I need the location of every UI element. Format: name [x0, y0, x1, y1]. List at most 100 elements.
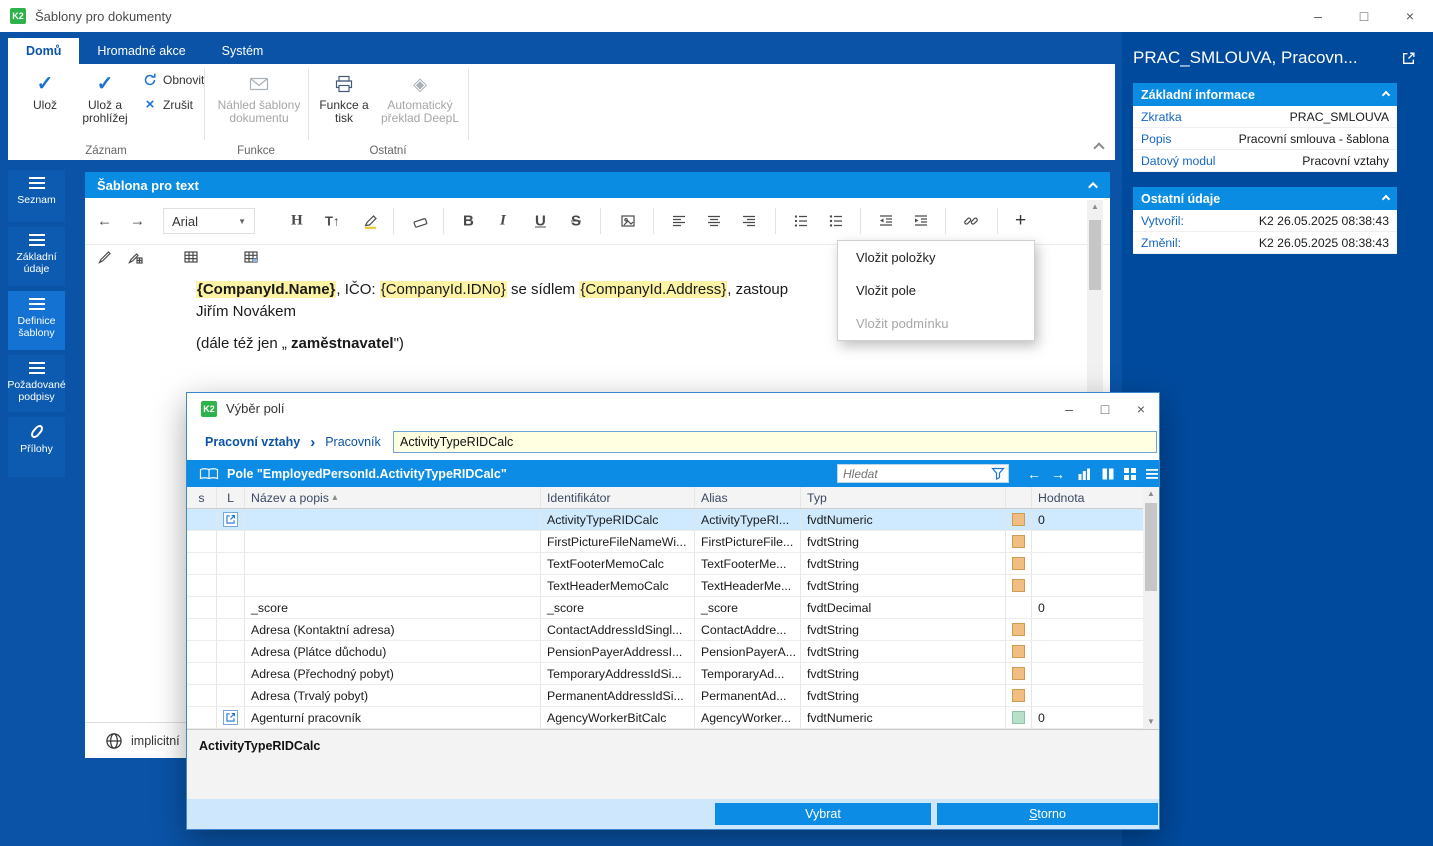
- breadcrumb-entity[interactable]: Pracovník: [325, 435, 381, 449]
- unordered-list-button[interactable]: [828, 213, 844, 229]
- scrollbar-thumb[interactable]: [1145, 503, 1157, 591]
- table-row[interactable]: Adresa (Kontaktní adresa) ContactAddress…: [187, 619, 1159, 641]
- align-left-button[interactable]: [671, 213, 687, 229]
- tab-system[interactable]: Systém: [204, 38, 282, 64]
- dialog-maximize-button[interactable]: □: [1087, 393, 1123, 424]
- font-select[interactable]: Arial ▼: [163, 208, 255, 234]
- cell-name: [245, 575, 541, 596]
- table-row[interactable]: Adresa (Plátce důchodu) PensionPayerAddr…: [187, 641, 1159, 663]
- maximize-button[interactable]: □: [1341, 0, 1387, 32]
- sidebar-item-pozadovane-podpisy[interactable]: Požadované podpisy: [8, 355, 65, 412]
- open-record-icon[interactable]: [223, 512, 238, 527]
- sidebar-item-seznam[interactable]: Seznam: [8, 170, 65, 222]
- open-record-icon[interactable]: [223, 710, 238, 725]
- ordered-list-button[interactable]: [793, 213, 809, 229]
- type-color-swatch: [1012, 513, 1025, 526]
- redo-button[interactable]: →: [130, 213, 145, 230]
- italic-button[interactable]: I: [500, 213, 506, 230]
- column-header-type[interactable]: Typ: [801, 487, 1006, 508]
- field-token-company-address[interactable]: {CompanyId.Address}: [579, 281, 727, 298]
- increase-indent-button[interactable]: [913, 213, 929, 229]
- table-insert-button[interactable]: [243, 249, 259, 265]
- refresh-button[interactable]: Obnovit: [142, 72, 204, 88]
- undo-button[interactable]: ←: [97, 213, 112, 230]
- menu-item-vlozit-polozky[interactable]: Vložit položky: [838, 241, 1034, 274]
- minimize-button[interactable]: –: [1295, 0, 1341, 32]
- image-button[interactable]: [620, 213, 636, 229]
- close-button[interactable]: ×: [1387, 0, 1433, 32]
- table-scrollbar[interactable]: ▲ ▼: [1143, 487, 1159, 729]
- menu-hamburger-icon[interactable]: [1141, 460, 1163, 487]
- highlighter-button[interactable]: [363, 213, 379, 229]
- table-row[interactable]: ActivityTypeRIDCalc ActivityTypeRI... fv…: [187, 509, 1159, 531]
- dialog-minimize-button[interactable]: –: [1051, 393, 1087, 424]
- ribbon-collapse-chevron-icon[interactable]: [1093, 142, 1104, 153]
- save-button[interactable]: ✓ Ulož: [18, 69, 72, 112]
- cancel-button[interactable]: × Zrušit: [142, 96, 193, 113]
- function-print-button[interactable]: Funkce a tisk: [316, 69, 372, 125]
- tab-domu[interactable]: Domů: [8, 38, 79, 64]
- table-row[interactable]: TextFooterMemoCalc TextFooterMe... fvdtS…: [187, 553, 1159, 575]
- scrollbar-thumb[interactable]: [1089, 220, 1101, 290]
- section-header-ostatni-udaje[interactable]: Ostatní údaje: [1133, 187, 1397, 210]
- table-row[interactable]: Agenturní pracovník AgencyWorkerBitCalc …: [187, 707, 1159, 729]
- column-header-name[interactable]: Název a popis ▴: [245, 487, 541, 508]
- cell-identifier: ActivityTypeRIDCalc: [541, 509, 695, 530]
- cell-name: Adresa (Kontaktní adresa): [245, 619, 541, 640]
- storno-button[interactable]: Storno: [937, 803, 1158, 825]
- tab-hromadne-akce[interactable]: Hromadné akce: [79, 38, 203, 64]
- insert-plus-button[interactable]: +: [1015, 210, 1026, 232]
- align-right-button[interactable]: [741, 213, 757, 229]
- panel-header: Šablona pro text: [85, 172, 1110, 198]
- heading-button[interactable]: H: [291, 213, 303, 230]
- chart-view-icon[interactable]: [1073, 460, 1095, 487]
- nav-previous-button[interactable]: ←: [1023, 460, 1045, 487]
- open-external-icon[interactable]: [1401, 51, 1416, 66]
- columns-view-icon[interactable]: [1097, 460, 1119, 487]
- sidebar-item-definice-sablony[interactable]: Definice šablony: [8, 291, 65, 350]
- link-button[interactable]: [963, 213, 979, 229]
- eraser-button[interactable]: [413, 213, 429, 229]
- column-header-value[interactable]: Hodnota: [1032, 487, 1145, 508]
- table-button[interactable]: [183, 249, 199, 265]
- collapse-chevron-icon[interactable]: [1088, 181, 1098, 191]
- decrease-indent-button[interactable]: [878, 213, 894, 229]
- column-header-alias[interactable]: Alias: [695, 487, 801, 508]
- edit-field-grid-button[interactable]: [127, 249, 143, 265]
- underline-button[interactable]: U: [535, 213, 546, 230]
- scroll-up-icon[interactable]: ▲: [1143, 487, 1159, 501]
- field-search-input[interactable]: [393, 431, 1157, 453]
- text-size-button[interactable]: T↑: [325, 214, 339, 229]
- column-header-identifier[interactable]: Identifikátor: [541, 487, 695, 508]
- column-header-l[interactable]: L: [217, 487, 245, 508]
- table-row[interactable]: _score _score _score fvdtDecimal 0: [187, 597, 1159, 619]
- nav-next-button[interactable]: →: [1047, 460, 1069, 487]
- section-header-zakladni-informace[interactable]: Základní informace: [1133, 83, 1397, 106]
- field-token-company-idno[interactable]: {CompanyId.IDNo}: [380, 281, 507, 298]
- table-row[interactable]: TextHeaderMemoCalc TextHeaderMe... fvdtS…: [187, 575, 1159, 597]
- column-header-color[interactable]: [1006, 487, 1032, 508]
- find-box[interactable]: [837, 464, 1009, 483]
- deepl-translate-button: ◈ Automatický překlad DeepL: [378, 69, 462, 125]
- breadcrumb-module[interactable]: Pracovní vztahy: [205, 435, 300, 449]
- sidebar-item-zakladni-udaje[interactable]: Základní údaje: [8, 227, 65, 286]
- sidebar-item-prilohy[interactable]: Přílohy: [8, 417, 65, 477]
- dialog-close-button[interactable]: ×: [1123, 393, 1159, 424]
- strikethrough-button[interactable]: S: [571, 213, 581, 230]
- select-button[interactable]: Vybrat: [715, 803, 931, 825]
- column-header-s[interactable]: s: [187, 487, 217, 508]
- bold-button[interactable]: B: [463, 213, 474, 230]
- table-row[interactable]: FirstPictureFileNameWi... FirstPictureFi…: [187, 531, 1159, 553]
- grid-view-icon[interactable]: [1119, 460, 1141, 487]
- align-center-button[interactable]: [706, 213, 722, 229]
- table-row[interactable]: Adresa (Přechodný pobyt) TemporaryAddres…: [187, 663, 1159, 685]
- field-token-company-name[interactable]: {CompanyId.Name}: [196, 281, 336, 298]
- scroll-down-icon[interactable]: ▼: [1143, 715, 1159, 729]
- save-and-view-button[interactable]: ✓ Ulož a prohlížej: [74, 69, 136, 125]
- menu-item-vlozit-pole[interactable]: Vložit pole: [838, 274, 1034, 307]
- filter-funnel-icon[interactable]: [991, 467, 1005, 481]
- table-row[interactable]: Adresa (Trvalý pobyt) PermanentAddressId…: [187, 685, 1159, 707]
- scroll-up-icon[interactable]: ▲: [1087, 200, 1103, 214]
- edit-field-button[interactable]: [97, 249, 113, 265]
- find-input[interactable]: [838, 467, 991, 481]
